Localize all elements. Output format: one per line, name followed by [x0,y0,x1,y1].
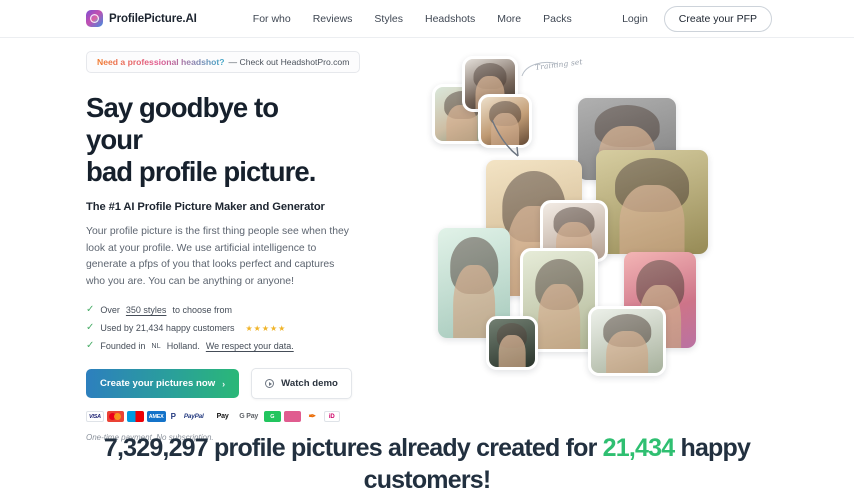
nav-link-more[interactable]: More [497,13,521,25]
google-pay-icon: G Pay [236,411,261,423]
giropay-icon: G [263,411,281,423]
curved-arrow-icon [491,62,559,157]
promo-highlight-text: Need a professional headshot? [97,57,225,67]
hero-subheadline: The #1 AI Profile Picture Maker and Gene… [86,200,325,213]
brand-name: ProfilePicture.AI [109,12,197,25]
check-icon: ✓ [86,304,95,316]
page-title: Say goodbye to your bad profile picture. [86,92,340,188]
top-navigation-bar: ProfilePicture.AI For who Reviews Styles… [0,0,854,38]
login-link[interactable]: Login [622,13,648,25]
create-pictures-button[interactable]: Create your pictures now › [86,369,240,399]
camera-aperture-icon [86,10,103,27]
hero-body-copy: Your profile picture is the first thing … [86,225,350,288]
nav-link-packs[interactable]: Packs [543,13,572,25]
watch-demo-label: Watch demo [281,378,338,390]
hero-image-collage: Training set [340,38,814,393]
customers-count: 21,434 [602,434,675,462]
headline-line-1: Say goodbye to your [86,92,279,155]
nav-link-styles[interactable]: Styles [374,13,403,25]
check-icon: ✓ [86,322,95,334]
rating-stars: ★★★★★ [245,323,287,333]
nav-actions: Login Create your PFP [622,5,772,32]
styles-link[interactable]: 350 styles [126,305,167,315]
mastercard-icon [106,411,124,423]
generated-photo-8 [486,316,538,370]
collage-canvas: Training set [340,38,814,393]
paypal-icon: PayPal [180,411,207,423]
bullet-2-text: Used by 21,434 happy customers [100,323,235,334]
apple-pay-icon: Pay [209,411,234,423]
bullet-3-pre: Founded in [100,341,146,352]
hero-cta-row: Create your pictures now › Watch demo [86,368,352,400]
paypal-mark-icon: P [168,411,178,423]
list-item: ✓ Over 350 styles to choose from [86,304,340,316]
hero-feature-list: ✓ Over 350 styles to choose from ✓ Used … [86,304,340,352]
stats-mid-text: profile pictures already created for [207,434,603,462]
headline-line-2: bad profile picture. [86,155,316,187]
promo-rest-text: — Check out HeadshotPro.com [228,57,350,67]
pictures-count: 7,329,297 [103,434,209,462]
ideal-icon: iD [323,411,340,423]
bancontact-icon [283,411,301,423]
maestro-icon [126,411,144,423]
list-item: ✓ Used by 21,434 happy customers ★★★★★ [86,322,340,334]
amex-icon: AMEX [146,411,166,423]
hero-copy-column: Need a professional headshot? — Check ou… [40,38,361,442]
list-item: ✓ Founded in NL Holland. We respect your… [86,340,340,352]
nav-links: For who Reviews Styles Headshots More Pa… [253,13,572,25]
watch-demo-button[interactable]: Watch demo [251,368,352,400]
nav-link-for-who[interactable]: For who [253,13,291,25]
nav-link-headshots[interactable]: Headshots [425,13,475,25]
play-circle-icon [265,379,275,389]
bullet-1-post: to choose from [172,305,232,316]
nav-link-reviews[interactable]: Reviews [313,13,353,25]
chevron-right-icon: › [222,378,226,389]
sofort-icon: ✒ [303,411,321,423]
brand-logo[interactable]: ProfilePicture.AI [86,10,197,27]
check-icon: ✓ [86,340,95,352]
headshotpro-promo-banner[interactable]: Need a professional headshot? — Check ou… [86,51,361,73]
bullet-1-pre: Over [100,305,120,316]
generated-photo-9 [588,306,666,376]
bullet-3-post: Holland. [166,341,200,352]
stats-banner: 7,329,297 profile pictures already creat… [0,432,854,496]
create-your-pfp-button[interactable]: Create your PFP [663,5,772,32]
privacy-link[interactable]: We respect your data. [206,341,294,351]
country-code: NL [151,342,161,350]
visa-icon: VISA [86,411,104,423]
hero-section: Need a professional headshot? — Check ou… [0,38,854,442]
payment-methods-row: VISA AMEX P PayPal Pay G Pay G ✒ iD [86,411,340,423]
create-pictures-label: Create your pictures now [100,378,216,390]
